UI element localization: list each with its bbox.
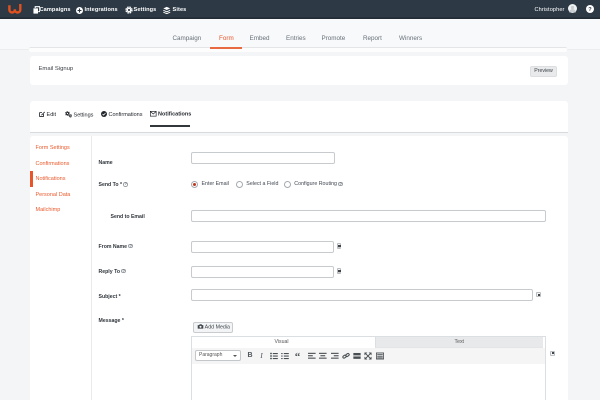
svg-text:?: ? [588,7,592,13]
